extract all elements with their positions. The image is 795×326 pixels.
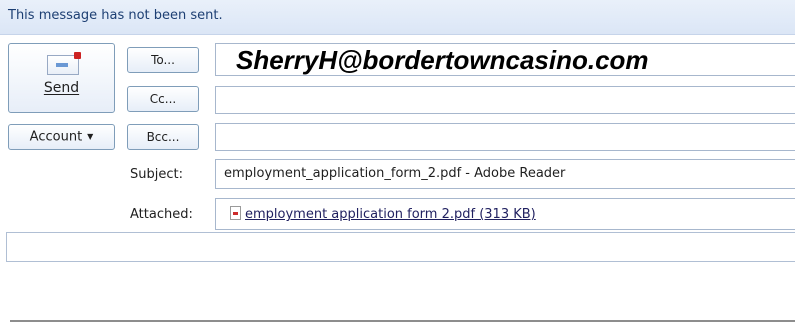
info-bar: This message has not been sent.: [0, 0, 795, 35]
to-button[interactable]: To...: [127, 47, 199, 73]
account-button[interactable]: Account ▼: [8, 124, 115, 150]
chevron-down-icon: ▼: [87, 132, 94, 141]
account-button-label: Account: [29, 129, 83, 145]
bcc-button-label: Bcc...: [146, 130, 180, 144]
to-field-value: SherryH@bordertowncasino.com: [236, 45, 649, 75]
send-icon: [47, 52, 81, 75]
cc-field[interactable]: [215, 86, 795, 114]
pdf-file-icon: [230, 206, 241, 220]
send-button-label: Send: [43, 80, 80, 96]
attachment-item[interactable]: employment application form 2.pdf (313 K…: [230, 206, 536, 222]
cc-button[interactable]: Cc...: [127, 86, 199, 112]
attached-label: Attached:: [130, 207, 193, 222]
attachment-link[interactable]: employment application form 2.pdf (313 K…: [245, 207, 536, 222]
subject-field-value: employment_application_form_2.pdf - Adob…: [224, 166, 566, 181]
message-body[interactable]: [6, 232, 795, 262]
bcc-field[interactable]: [215, 123, 795, 151]
cc-button-label: Cc...: [149, 92, 177, 106]
to-field[interactable]: SherryH@bordertowncasino.com: [215, 43, 795, 76]
divider: [10, 320, 795, 322]
info-bar-message: This message has not been sent.: [8, 8, 223, 23]
attachment-field: employment application form 2.pdf (313 K…: [215, 198, 795, 230]
bcc-button[interactable]: Bcc...: [127, 124, 199, 150]
to-button-label: To...: [151, 53, 175, 67]
subject-label: Subject:: [130, 167, 183, 182]
send-button[interactable]: Send: [8, 43, 115, 113]
subject-field[interactable]: employment_application_form_2.pdf - Adob…: [215, 159, 795, 189]
